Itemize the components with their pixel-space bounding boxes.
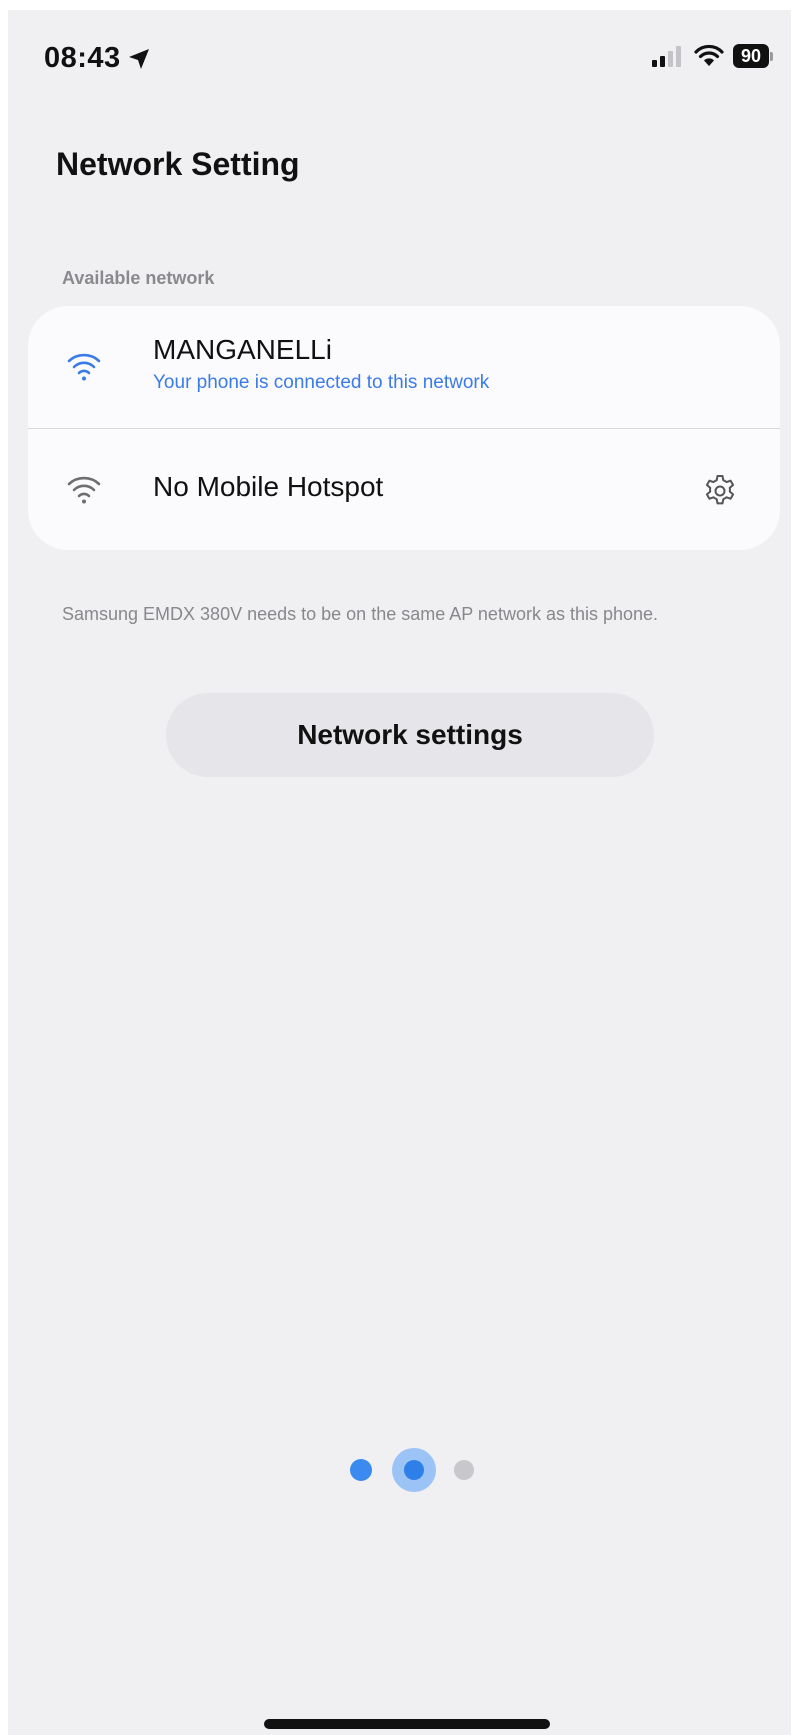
network-settings-button[interactable]: Network settings <box>166 693 654 777</box>
network-name: MANGANELLi <box>153 334 332 365</box>
page-dot-1[interactable] <box>350 1459 372 1481</box>
page-dot-2-active[interactable] <box>404 1460 424 1480</box>
battery-tip <box>770 51 773 61</box>
location-arrow-icon <box>128 48 149 69</box>
network-text: No Mobile Hotspot <box>153 471 383 503</box>
wifi-icon <box>67 476 101 504</box>
network-note: Samsung EMDX 380V needs to be on the sam… <box>62 604 659 624</box>
wifi-icon <box>67 353 101 381</box>
section-label: Available network <box>62 268 215 288</box>
network-item-manganelli[interactable]: MANGANELLi Your phone is connected to th… <box>28 306 780 429</box>
wifi-status-icon <box>694 44 724 66</box>
page-dot-3[interactable] <box>454 1460 474 1480</box>
page-indicator <box>338 1442 488 1498</box>
status-time: 08:43 <box>44 42 151 75</box>
phone-screen: 08:43 90 Network Setting Available netwo… <box>8 10 791 1735</box>
network-list: MANGANELLi Your phone is connected to th… <box>28 306 780 550</box>
network-item-no-mobile-hotspot[interactable]: No Mobile Hotspot <box>28 429 780 550</box>
network-text: MANGANELLi Your phone is connected to th… <box>153 334 489 394</box>
network-status: Your phone is connected to this network <box>153 372 490 393</box>
cellular-signal-icon <box>652 46 681 67</box>
status-bar: 08:43 90 <box>8 10 791 100</box>
gear-icon[interactable] <box>702 473 738 509</box>
page-title: Network Setting <box>56 146 300 182</box>
home-indicator[interactable] <box>264 1719 550 1729</box>
status-indicators: 90 <box>651 44 773 68</box>
status-time-text: 08:43 <box>44 42 121 74</box>
network-name: No Mobile Hotspot <box>153 471 384 502</box>
battery-indicator: 90 <box>733 44 773 68</box>
battery-level: 90 <box>733 44 769 68</box>
